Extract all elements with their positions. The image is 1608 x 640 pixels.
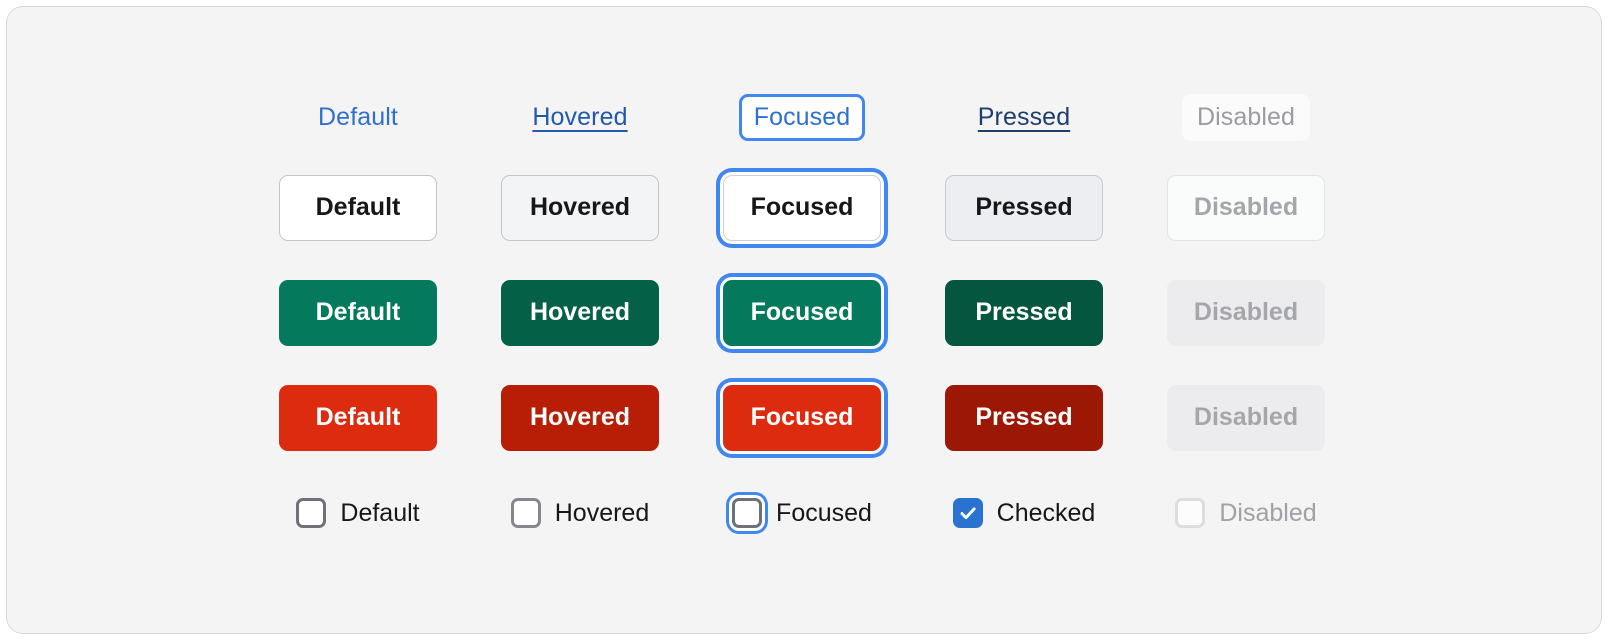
link-hovered[interactable]: Hovered	[517, 94, 642, 141]
secondary-button-row: Default Hovered Focused Pressed Disabled	[247, 155, 1337, 260]
checkbox-label-default: Default	[340, 498, 420, 527]
link-cell-disabled: Disabled	[1135, 79, 1357, 155]
primary-button-cell-hovered: Hovered	[469, 260, 691, 365]
checkbox-box-default[interactable]	[296, 498, 327, 528]
component-matrix-grid: Default Hovered Focused Pressed Disabled	[7, 7, 1601, 633]
checkbox-label-hovered: Hovered	[554, 498, 650, 527]
link-cell-focused: Focused	[691, 79, 913, 155]
checkbox-box-focused[interactable]	[732, 498, 763, 528]
danger-button-cell-disabled: Disabled	[1135, 365, 1357, 470]
link-default[interactable]: Default	[303, 94, 413, 141]
check-icon	[956, 501, 980, 525]
danger-button-cell-default: Default	[247, 365, 469, 470]
primary-button-row: Default Hovered Focused Pressed Disabled	[247, 260, 1337, 365]
secondary-button-hovered[interactable]: Hovered	[501, 174, 659, 241]
secondary-button-cell-default: Default	[247, 155, 469, 260]
checkbox-row: Default Hovered Focused Checked Disabled	[247, 476, 1337, 550]
secondary-button-pressed[interactable]: Pressed	[945, 174, 1103, 241]
checkbox-cell-hovered: Hovered	[469, 476, 691, 550]
secondary-button-cell-focused: Focused	[691, 155, 913, 260]
link-focused[interactable]: Focused	[738, 93, 866, 141]
checkbox-default[interactable]: Default	[296, 498, 420, 528]
primary-button-focused[interactable]: Focused	[723, 279, 881, 346]
primary-button-disabled: Disabled	[1167, 279, 1325, 346]
checkbox-cell-disabled: Disabled	[1135, 476, 1357, 550]
checkbox-box-disabled	[1175, 498, 1206, 528]
checkbox-hovered[interactable]: Hovered	[510, 498, 650, 528]
checkbox-cell-focused: Focused	[691, 476, 913, 550]
danger-button-disabled: Disabled	[1167, 384, 1325, 451]
danger-button-cell-pressed: Pressed	[913, 365, 1135, 470]
secondary-button-default[interactable]: Default	[279, 174, 437, 241]
link-pressed[interactable]: Pressed	[963, 94, 1085, 141]
danger-button-focused[interactable]: Focused	[723, 384, 881, 451]
primary-button-cell-disabled: Disabled	[1135, 260, 1357, 365]
link-row: Default Hovered Focused Pressed Disabled	[247, 79, 1337, 155]
secondary-button-cell-disabled: Disabled	[1135, 155, 1357, 260]
danger-button-hovered[interactable]: Hovered	[501, 384, 659, 451]
checkbox-cell-checked: Checked	[913, 476, 1135, 550]
checkbox-label-disabled: Disabled	[1219, 498, 1317, 527]
component-states-canvas: Default Hovered Focused Pressed Disabled	[0, 0, 1608, 640]
checkbox-checked[interactable]: Checked	[952, 498, 1096, 528]
checkbox-label-checked: Checked	[996, 498, 1096, 527]
link-cell-default: Default	[247, 79, 469, 155]
danger-button-default[interactable]: Default	[279, 384, 437, 451]
primary-button-cell-default: Default	[247, 260, 469, 365]
danger-button-pressed[interactable]: Pressed	[945, 384, 1103, 451]
danger-button-cell-focused: Focused	[691, 365, 913, 470]
component-matrix-panel: Default Hovered Focused Pressed Disabled	[6, 6, 1602, 634]
primary-button-default[interactable]: Default	[279, 279, 437, 346]
secondary-button-disabled: Disabled	[1167, 174, 1325, 241]
secondary-button-focused[interactable]: Focused	[723, 174, 881, 241]
link-cell-hovered: Hovered	[469, 79, 691, 155]
primary-button-cell-pressed: Pressed	[913, 260, 1135, 365]
secondary-button-cell-pressed: Pressed	[913, 155, 1135, 260]
checkbox-focused[interactable]: Focused	[732, 498, 872, 528]
checkbox-disabled: Disabled	[1175, 498, 1317, 528]
primary-button-cell-focused: Focused	[691, 260, 913, 365]
checkbox-label-focused: Focused	[776, 498, 872, 527]
danger-button-cell-hovered: Hovered	[469, 365, 691, 470]
link-cell-pressed: Pressed	[913, 79, 1135, 155]
checkbox-cell-default: Default	[247, 476, 469, 550]
checkbox-box-hovered[interactable]	[510, 498, 541, 528]
primary-button-hovered[interactable]: Hovered	[501, 279, 659, 346]
secondary-button-cell-hovered: Hovered	[469, 155, 691, 260]
danger-button-row: Default Hovered Focused Pressed Disabled	[247, 365, 1337, 470]
checkbox-box-checked[interactable]	[952, 498, 983, 528]
link-disabled: Disabled	[1181, 93, 1311, 141]
primary-button-pressed[interactable]: Pressed	[945, 279, 1103, 346]
